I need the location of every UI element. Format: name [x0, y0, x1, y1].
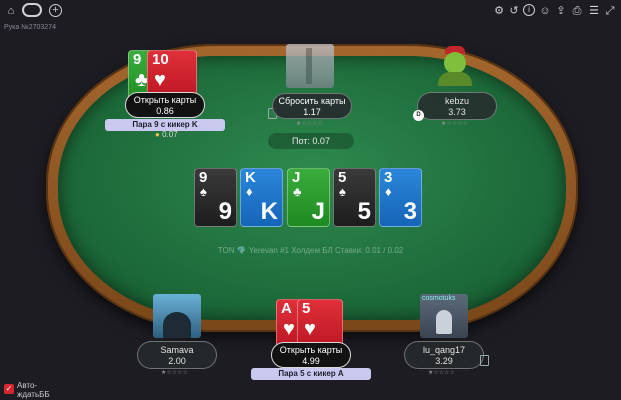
hand-strength-label: Пара 5 с кикер A — [251, 368, 371, 380]
player-nameplate[interactable]: Samava 2.00 — [137, 341, 217, 369]
chip-icon: ● — [155, 130, 160, 139]
notes-icon[interactable] — [480, 355, 489, 366]
avatar[interactable]: cosmotuks — [420, 294, 468, 338]
info-icon[interactable]: i — [523, 4, 535, 16]
show-cards-button[interactable]: Открыть карты 4.99 — [271, 342, 351, 368]
avatar[interactable] — [286, 44, 334, 88]
player-nameplate[interactable]: lu_qang17 3.29 — [404, 341, 484, 369]
board-card-4: 5 ♠ 5 — [333, 168, 376, 227]
fullscreen-icon[interactable]: ⤢ — [603, 4, 617, 18]
hand-number: Рука №2703274 — [4, 24, 56, 31]
auto-bb-label[interactable]: Авто- ждатьББ — [17, 381, 50, 399]
body-icon — [438, 72, 472, 86]
menu-icon[interactable]: ☰ — [587, 4, 601, 18]
auto-bb-label-line1: Авто- — [17, 381, 38, 390]
dealer-button: D — [413, 110, 424, 121]
statue-icon — [306, 48, 312, 84]
board-card-2: K ♦ K — [240, 168, 283, 227]
table-info: TON 💎 Yerevan #1 Холдем БЛ Ставки: 0.01 … — [217, 246, 404, 255]
pot-display: Пот: 0.07 — [268, 133, 354, 149]
table-pill-icon[interactable] — [22, 3, 42, 17]
auto-bb-label-line2: ждатьББ — [17, 390, 50, 399]
show-cards-button[interactable]: Открыть карты 0.86 — [125, 92, 205, 118]
silhouette-icon — [163, 312, 191, 338]
avatar-caption: cosmotuks — [422, 295, 456, 302]
top-bar: ⌂ + ⚙ ↺ i ☺ ⇪ ⎙ ☰ ⤢ — [0, 0, 621, 24]
fold-button[interactable]: Сбросить карты 1.17 — [272, 93, 352, 119]
board-card-5: 3 ♦ 3 — [379, 168, 422, 227]
home-icon[interactable]: ⌂ — [4, 4, 18, 18]
figure-icon — [436, 310, 452, 334]
rebuy-icon[interactable]: ⎙ — [570, 4, 584, 18]
board-card-1: 9 ♠ 9 — [194, 168, 237, 227]
face-icon — [444, 52, 466, 74]
palette-icon[interactable]: ☺ — [538, 4, 552, 18]
game-type-icon[interactable]: ⚙ — [492, 4, 506, 18]
avatar[interactable] — [432, 42, 478, 86]
board-card-3: J ♣ J — [287, 168, 330, 227]
rating-stars: ★☆☆☆☆ — [441, 121, 468, 127]
avatar[interactable] — [153, 294, 201, 338]
player-nameplate[interactable]: kebzu 3.73 — [417, 92, 497, 120]
rating-stars: ★☆☆☆☆ — [428, 370, 455, 376]
bet-amount: ● 0.07 — [155, 130, 178, 139]
history-icon[interactable]: ↺ — [507, 4, 521, 18]
share-icon[interactable]: ⇪ — [554, 4, 568, 18]
auto-bb-checkbox[interactable]: ✓ — [4, 384, 14, 394]
add-table-icon[interactable]: + — [49, 4, 62, 17]
rating-stars: ★☆☆☆☆ — [161, 370, 188, 376]
rating-stars: ★☆☆☆☆ — [296, 121, 323, 127]
